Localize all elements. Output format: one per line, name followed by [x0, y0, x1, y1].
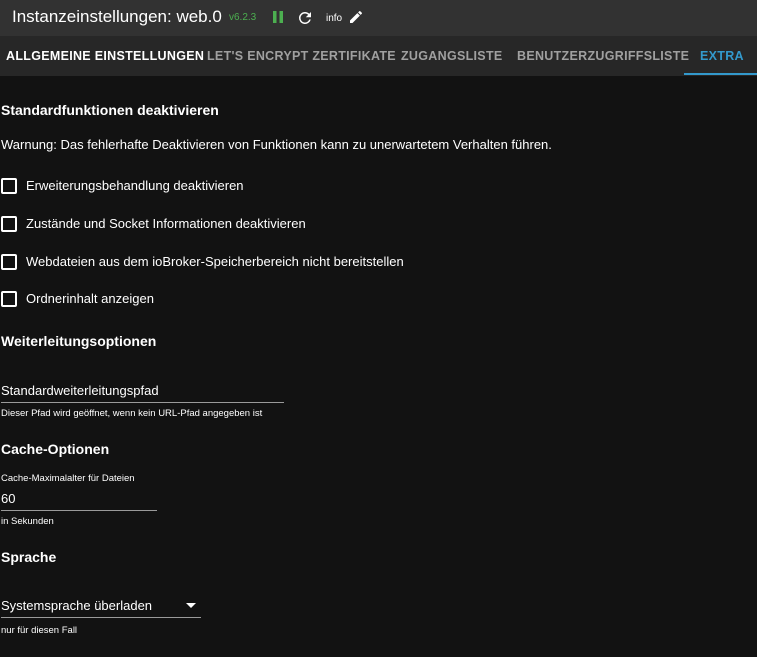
checkbox-extensions[interactable] — [1, 178, 17, 194]
app-header: Instanzeinstellungen: web.0 v6.2.3 info — [0, 0, 757, 36]
checkbox-label: Erweiterungsbehandlung deaktivieren — [26, 178, 244, 193]
language-select[interactable]: Systemsprache überladen — [1, 598, 152, 613]
info-label: info — [326, 13, 343, 24]
tab-allgemeine-einstellungen[interactable]: Allgemeine Einstellungen — [6, 36, 204, 76]
checkbox-webfiles[interactable] — [1, 254, 17, 270]
redirect-helper-text: Dieser Pfad wird geöffnet, wenn kein URL… — [1, 408, 263, 419]
checkbox-folder[interactable] — [1, 291, 17, 307]
cache-max-age-input[interactable]: 60 — [1, 491, 15, 506]
version-label: v6.2.3 — [229, 12, 257, 23]
pencil-icon[interactable] — [348, 9, 364, 25]
tab-zugangsliste[interactable]: Zugangsliste — [401, 36, 503, 76]
warning-text: Warnung: Das fehlerhafte Deaktivieren vo… — [1, 137, 552, 152]
pause-icon[interactable] — [271, 10, 285, 24]
cache-field-underline — [1, 510, 157, 511]
section-title-language: Sprache — [1, 549, 57, 565]
tab-lets-encrypt[interactable]: Let's Encrypt Zertifikate — [207, 36, 396, 76]
chevron-down-icon[interactable] — [186, 603, 196, 609]
tab-indicator — [684, 73, 757, 75]
language-helper-text: nur für diesen Fall — [1, 625, 78, 636]
checkbox-label: Zustände und Socket Informationen deakti… — [26, 216, 306, 231]
section-title-cache: Cache-Optionen — [1, 441, 110, 457]
tab-benutzerzugriffsliste[interactable]: Benutzerzugriffsliste — [517, 36, 689, 76]
redirect-path-input[interactable]: Standardweiterleitungspfad — [1, 383, 159, 398]
redirect-path-underline — [1, 402, 284, 403]
tab-extra[interactable]: Extra — [700, 36, 744, 76]
reload-icon[interactable] — [296, 9, 314, 27]
section-title-redirect: Weiterleitungsoptionen — [1, 333, 157, 349]
checkbox-label: Ordnerinhalt anzeigen — [26, 291, 154, 306]
tab-bar: Allgemeine Einstellungen Let's Encrypt Z… — [0, 36, 757, 76]
cache-field-label: Cache-Maximalalter für Dateien — [1, 473, 135, 484]
language-select-underline — [1, 617, 201, 618]
checkbox-label: Webdateien aus dem ioBroker-Speicherbere… — [26, 254, 404, 269]
section-title-standard: Standardfunktionen deaktivieren — [1, 102, 219, 118]
page-title: Instanzeinstellungen: web.0 — [12, 7, 222, 26]
cache-helper-text: in Sekunden — [1, 516, 54, 527]
checkbox-states[interactable] — [1, 216, 17, 232]
